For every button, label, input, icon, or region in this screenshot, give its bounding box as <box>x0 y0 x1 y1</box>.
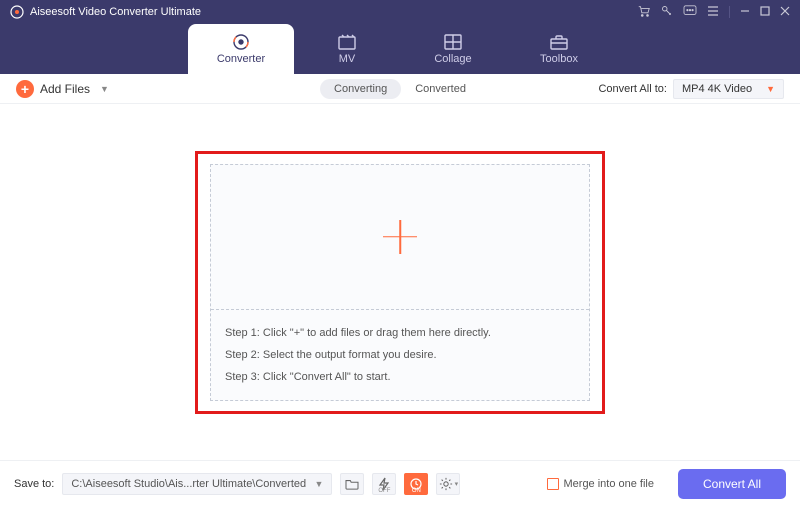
dropzone-add-area[interactable] <box>211 165 589 310</box>
tab-label: Converter <box>217 53 265 65</box>
convert-all-button[interactable]: Convert All <box>678 469 786 499</box>
step-text: Step 3: Click "Convert All" to start. <box>225 366 575 388</box>
merge-checkbox[interactable]: Merge into one file <box>547 478 655 490</box>
top-strip: + Add Files ▼ Converting Converted Conve… <box>0 74 800 104</box>
app-title: Aiseesoft Video Converter Ultimate <box>30 6 637 18</box>
titlebar: Aiseesoft Video Converter Ultimate <box>0 0 800 24</box>
toolbox-icon <box>549 33 569 51</box>
tab-collage[interactable]: Collage <box>400 24 506 74</box>
output-format-select[interactable]: MP4 4K Video ▼ <box>673 79 784 99</box>
high-speed-button[interactable]: ON <box>404 473 428 495</box>
app-logo-icon <box>10 5 24 19</box>
chevron-down-icon: ▼ <box>766 84 775 94</box>
format-value: MP4 4K Video <box>682 83 752 95</box>
subtab-converting[interactable]: Converting <box>320 79 401 99</box>
hardware-accel-button[interactable]: OFF <box>372 473 396 495</box>
collage-icon <box>443 33 463 51</box>
highlight-box: Step 1: Click "+" to add files or drag t… <box>195 151 605 414</box>
tab-label: Toolbox <box>540 53 578 65</box>
status-subtabs: Converting Converted <box>320 79 480 99</box>
chat-icon[interactable] <box>683 5 697 20</box>
tab-converter[interactable]: Converter <box>188 24 294 74</box>
save-path-value: C:\Aiseesoft Studio\Ais...rter Ultimate\… <box>71 478 306 490</box>
converter-icon <box>231 33 251 51</box>
save-path-select[interactable]: C:\Aiseesoft Studio\Ais...rter Ultimate\… <box>62 473 332 495</box>
dropzone: Step 1: Click "+" to add files or drag t… <box>210 164 590 401</box>
settings-button[interactable]: ▾ <box>436 473 460 495</box>
dropzone-steps: Step 1: Click "+" to add files or drag t… <box>211 310 589 400</box>
tab-label: Collage <box>434 53 471 65</box>
chevron-down-icon: ▼ <box>314 479 323 489</box>
merge-label: Merge into one file <box>564 478 655 490</box>
step-text: Step 1: Click "+" to add files or drag t… <box>225 322 575 344</box>
maximize-icon[interactable] <box>760 6 770 19</box>
menu-icon[interactable] <box>707 5 719 20</box>
mv-icon <box>337 33 357 51</box>
main-navbar: Converter MV Collage Toolbox <box>0 24 800 74</box>
main-canvas: Step 1: Click "+" to add files or drag t… <box>0 104 800 460</box>
minimize-icon[interactable] <box>740 6 750 19</box>
big-plus-icon <box>383 220 417 254</box>
add-files-button[interactable]: + Add Files ▼ <box>16 80 109 98</box>
tab-mv[interactable]: MV <box>294 24 400 74</box>
close-icon[interactable] <box>780 6 790 19</box>
plus-icon: + <box>16 80 34 98</box>
add-files-label: Add Files <box>40 82 90 96</box>
window-action-group <box>637 4 790 21</box>
chevron-down-icon: ▼ <box>100 84 109 94</box>
save-to-label: Save to: <box>14 478 54 490</box>
bottom-bar: Save to: C:\Aiseesoft Studio\Ais...rter … <box>0 460 800 507</box>
key-icon[interactable] <box>661 5 673 20</box>
tab-label: MV <box>339 53 356 65</box>
subtab-converted[interactable]: Converted <box>401 79 480 99</box>
open-folder-button[interactable] <box>340 473 364 495</box>
convert-all-to: Convert All to: MP4 4K Video ▼ <box>598 79 784 99</box>
divider <box>729 6 730 18</box>
convert-to-label: Convert All to: <box>598 83 666 95</box>
cart-icon[interactable] <box>637 4 651 21</box>
tab-toolbox[interactable]: Toolbox <box>506 24 612 74</box>
checkbox-icon <box>547 478 559 490</box>
step-text: Step 2: Select the output format you des… <box>225 344 575 366</box>
chevron-down-icon: ▾ <box>455 480 459 488</box>
